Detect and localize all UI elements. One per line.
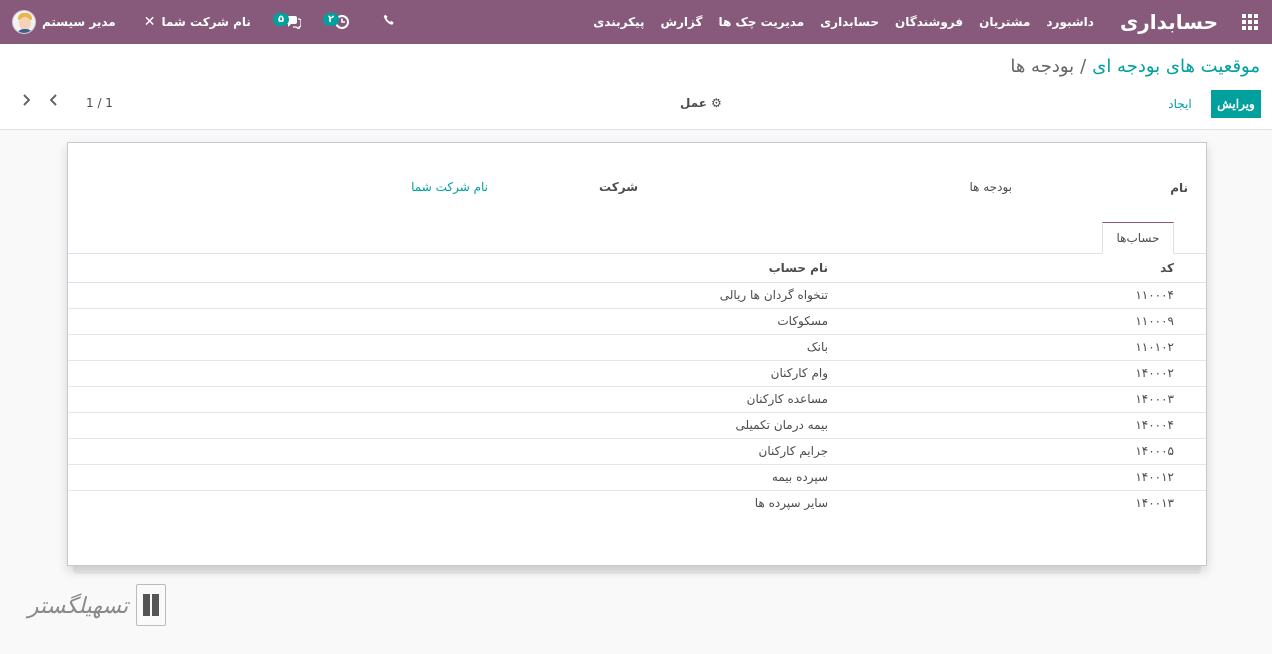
phone-icon[interactable] — [383, 14, 395, 30]
app-brand[interactable]: حسابداری — [1102, 10, 1228, 34]
chevron-left-icon[interactable] — [49, 94, 58, 110]
cell-code: ۱۱۰۰۰۹ — [828, 308, 1206, 335]
pager-value[interactable]: 1 / 1 — [86, 96, 113, 110]
cell-code: ۱۴۰۰۱۲ — [828, 464, 1206, 491]
menu-item-reports[interactable]: گزارش — [652, 0, 710, 44]
name-value: بودجه ها — [969, 180, 1012, 194]
menu-item-vendors[interactable]: فروشندگان — [887, 0, 971, 44]
tools-icon: ✕ — [143, 14, 156, 30]
user-menu[interactable]: مدیر سیستم — [0, 10, 116, 34]
column-header-account-name[interactable]: نام حساب — [68, 254, 828, 283]
cell-code: ۱۴۰۰۱۳ — [1135, 496, 1174, 511]
table-row[interactable]: ۱۴۰۰۰۲ وام کارکنان — [68, 360, 1206, 387]
table-row[interactable]: ۱۱۰۰۰۴ تنخواه گردان ها ریالی — [68, 282, 1206, 309]
apps-icon[interactable] — [1228, 0, 1272, 44]
chevron-right-icon[interactable] — [22, 94, 31, 110]
sheet-shadow — [73, 566, 1201, 574]
company-name: نام شرکت شما — [161, 15, 251, 29]
user-name: مدیر سیستم — [42, 15, 116, 29]
table-row[interactable]: ۱۴۰۰۰۵ جرایم کارکنان — [68, 438, 1206, 465]
action-dropdown[interactable]: ⚙ عمل — [680, 96, 722, 110]
gear-icon: ⚙ — [710, 96, 722, 110]
breadcrumb-parent[interactable]: موقعیت های بودجه ای — [1092, 56, 1260, 77]
name-label: نام — [1170, 181, 1188, 195]
table-row[interactable]: ۱۱۰۰۰۹ مسکوکات — [68, 308, 1206, 335]
activities-button[interactable]: ۲ — [323, 12, 350, 29]
cell-account-name: بیمه درمان تکمیلی — [68, 412, 828, 439]
company-switcher[interactable]: ✕ نام شرکت شما — [144, 14, 251, 30]
column-header-code[interactable]: کد — [828, 254, 1206, 283]
accounts-table: کد نام حساب ۱۱۰۰۰۴ تنخواه گردان ها ریالی … — [68, 254, 1206, 516]
breadcrumb-current: بودجه ها — [1010, 56, 1075, 77]
cell-code: ۱۱۰۰۰۴ — [828, 282, 1206, 309]
navbar-systray: مدیر سیستم ✕ نام شرکت شما ۵ ۲ — [0, 0, 395, 44]
menu-item-cheques[interactable]: مدیریت چک ها — [710, 0, 812, 44]
breadcrumb-separator: / — [1080, 56, 1087, 77]
cell-code: ۱۴۰۰۰۵ — [828, 438, 1206, 465]
breadcrumb: موقعیت های بودجه ای/بودجه ها — [1010, 56, 1260, 77]
top-navbar: حسابداری داشبورد مشتریان فروشندگان حسابد… — [0, 0, 1272, 44]
cell-code: ۱۴۰۰۰۳ — [828, 386, 1206, 413]
table-row[interactable]: ۱۴۰۰۰۳ مساعده کارکنان — [68, 386, 1206, 413]
company-value[interactable]: نام شرکت شما — [411, 180, 488, 194]
cell-account-name: مساعده کارکنان — [68, 386, 828, 413]
cell-account-name: سپرده بیمه — [68, 464, 828, 491]
avatar — [12, 10, 36, 34]
cell-code: ۱۴۰۰۰۴ — [828, 412, 1206, 439]
cell-account-name: سایر سپرده ها — [754, 496, 828, 511]
edit-button[interactable]: ویرایش — [1211, 90, 1261, 118]
messages-badge: ۵ — [272, 12, 290, 26]
cell-code: ۱۴۰۰۰۲ — [828, 360, 1206, 387]
menu-item-configuration[interactable]: پیکربندی — [585, 0, 652, 44]
watermark-text: تسهیلگستر — [27, 594, 129, 619]
cell-account-name: تنخواه گردان ها ریالی — [68, 282, 828, 309]
menu-item-dashboard[interactable]: داشبورد — [1038, 0, 1102, 44]
main-menu: داشبورد مشتریان فروشندگان حسابداری مدیری… — [585, 0, 1102, 44]
table-row[interactable]: ۱۴۰۰۱۳ سایر سپرده ها — [68, 490, 1206, 516]
create-button[interactable]: ایجاد — [1158, 90, 1202, 118]
action-label: عمل — [680, 96, 707, 110]
table-row[interactable]: ۱۴۰۰۱۲ سپرده بیمه — [68, 464, 1206, 491]
cell-account-name: وام کارکنان — [68, 360, 828, 387]
watermark-logo: تسهیلگستر — [24, 582, 170, 630]
activities-badge: ۲ — [323, 12, 340, 26]
cell-code: ۱۱۰۱۰۲ — [828, 334, 1206, 361]
cell-account-name: بانک — [68, 334, 828, 361]
cell-account-name: مسکوکات — [68, 308, 828, 335]
menu-item-customers[interactable]: مشتریان — [971, 0, 1038, 44]
tab-accounts[interactable]: حساب‌ها — [1102, 222, 1174, 254]
watermark-mark-icon — [136, 584, 166, 626]
table-row[interactable]: ۱۱۰۱۰۲ بانک — [68, 334, 1206, 361]
messages-button[interactable]: ۵ — [272, 12, 302, 29]
cell-account-name: جرایم کارکنان — [68, 438, 828, 465]
control-panel: موقعیت های بودجه ای/بودجه ها ویرایش ایجا… — [0, 44, 1272, 130]
form-sheet: نام بودجه ها شرکت نام شرکت شما حساب‌ها ک… — [67, 142, 1207, 566]
table-row[interactable]: ۱۴۰۰۰۴ بیمه درمان تکمیلی — [68, 412, 1206, 439]
menu-item-accounting[interactable]: حسابداری — [812, 0, 887, 44]
company-label: شرکت — [599, 180, 638, 194]
table-header-row: کد نام حساب — [68, 254, 1206, 283]
